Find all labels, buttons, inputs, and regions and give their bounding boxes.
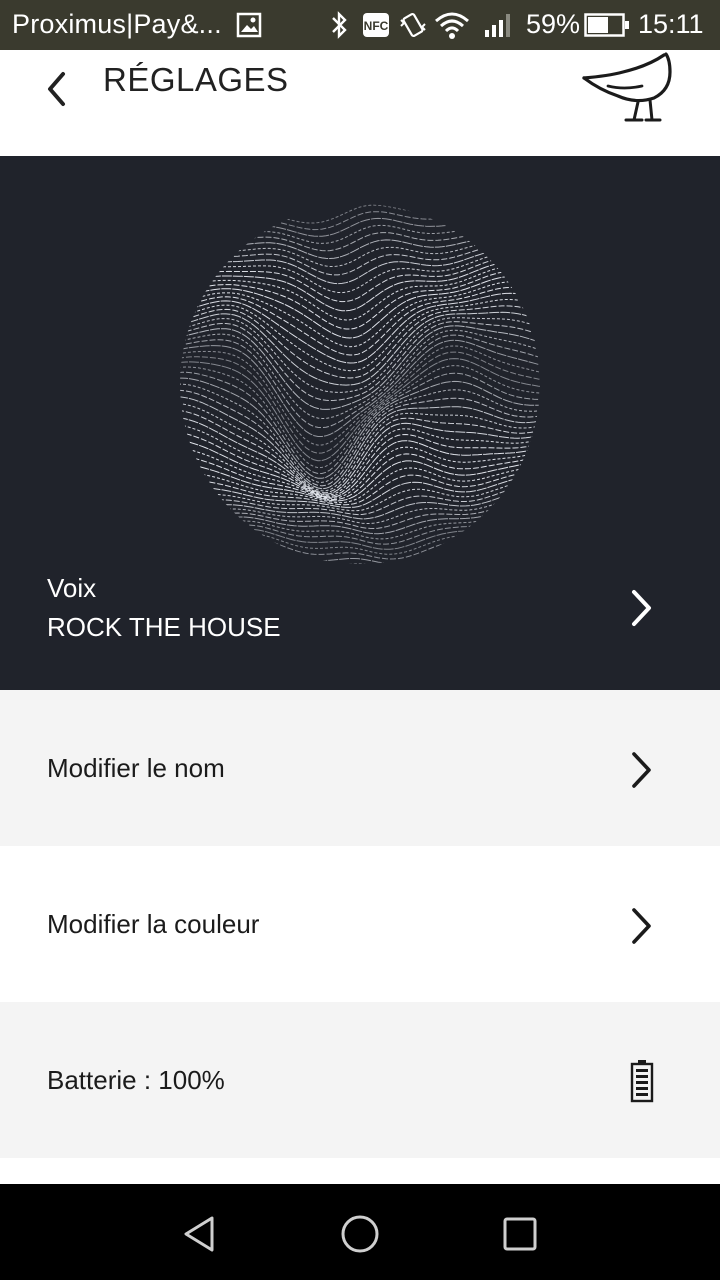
- rename-row[interactable]: Modifier le nom: [0, 690, 720, 846]
- nfc-icon: NFC: [363, 13, 389, 37]
- bird-logo: [582, 52, 672, 122]
- vibrate-icon: [400, 12, 426, 38]
- change-color-row[interactable]: Modifier la couleur: [0, 846, 720, 1002]
- nav-home-button[interactable]: [338, 1212, 382, 1256]
- sound-wave-orb: [180, 204, 540, 564]
- chevron-left-icon: [48, 72, 65, 106]
- battery-full-icon: [630, 1060, 654, 1103]
- clock: 15:11: [638, 9, 704, 39]
- nav-recents-button[interactable]: [498, 1212, 542, 1256]
- recents-square-icon: [503, 1217, 537, 1251]
- battery-icon: [584, 13, 629, 37]
- battery-row: Batterie : 100%: [0, 1002, 720, 1158]
- app-header: RÉGLAGES: [0, 50, 720, 156]
- voice-setting-row[interactable]: Voix ROCK THE HOUSE: [0, 556, 720, 646]
- voice-hero: Voix ROCK THE HOUSE: [0, 156, 720, 690]
- chevron-right-icon: [632, 752, 651, 788]
- system-nav-bar: [0, 1184, 720, 1280]
- status-bar: Proximus|Pay&... NFC 59% 15:11: [0, 0, 720, 50]
- page-title: RÉGLAGES: [103, 61, 289, 98]
- rename-label: Modifier le nom: [47, 753, 225, 783]
- bluetooth-icon: [332, 11, 347, 39]
- image-icon: [236, 12, 262, 38]
- svg-text:NFC: NFC: [364, 19, 389, 33]
- carrier-name: Proximus|Pay&...: [12, 9, 222, 39]
- change-color-label: Modifier la couleur: [47, 909, 260, 939]
- voice-label: Voix: [47, 573, 97, 603]
- nav-back-button[interactable]: [178, 1212, 222, 1256]
- back-button[interactable]: [36, 62, 80, 110]
- chevron-right-icon: [632, 908, 651, 944]
- signal-icon: [485, 14, 510, 37]
- chevron-right-icon: [632, 590, 651, 626]
- battery-percent: 59%: [526, 9, 581, 39]
- back-triangle-icon: [184, 1216, 214, 1252]
- voice-value: ROCK THE HOUSE: [47, 612, 281, 642]
- wifi-icon: [435, 12, 469, 39]
- battery-label: Batterie : 100%: [47, 1065, 225, 1095]
- home-circle-icon: [341, 1215, 379, 1253]
- next-row-partial: [0, 1158, 720, 1184]
